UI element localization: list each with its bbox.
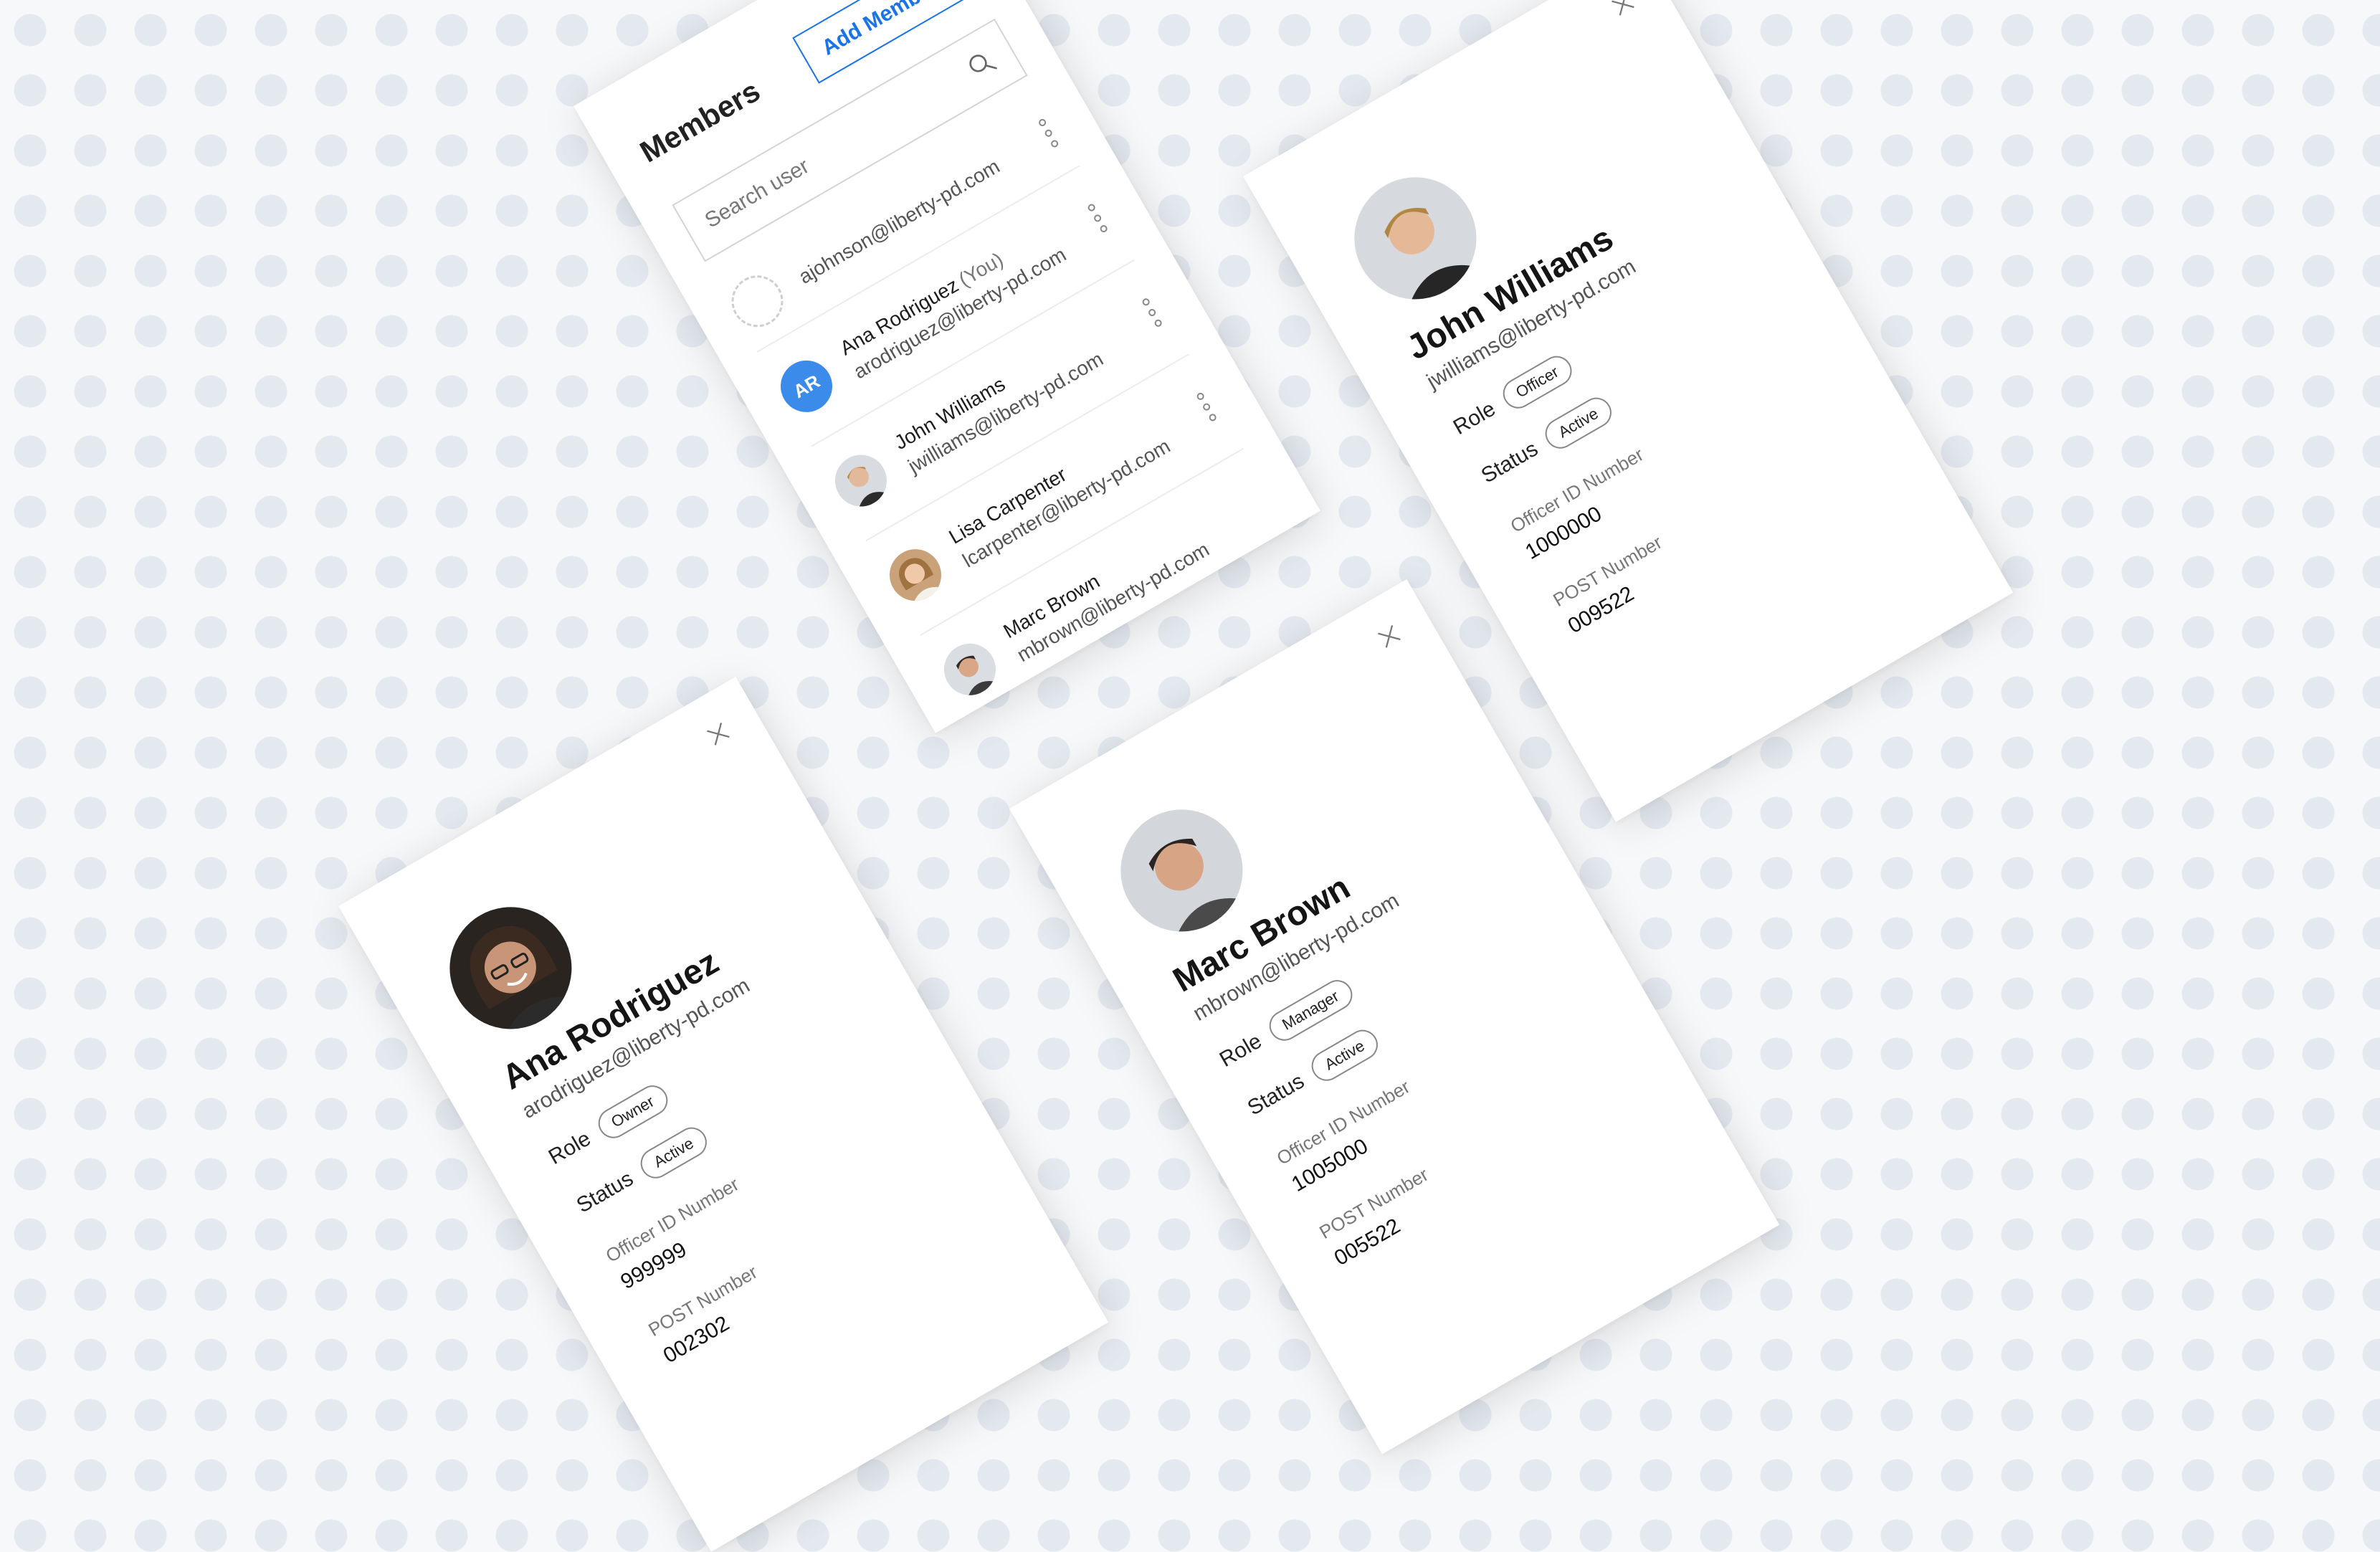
members-title: Members bbox=[634, 73, 766, 169]
avatar: AR bbox=[771, 351, 842, 422]
status-label: Status bbox=[1477, 437, 1542, 488]
avatar-placeholder bbox=[722, 266, 793, 337]
status-badge: Active bbox=[1540, 392, 1617, 454]
close-icon[interactable] bbox=[1606, 0, 1639, 21]
stage: Members Add Members ajohnson@liberty-pd.… bbox=[0, 0, 2380, 1552]
avatar bbox=[880, 539, 951, 611]
role-badge: Owner bbox=[592, 1080, 673, 1144]
avatar bbox=[934, 634, 1006, 705]
close-icon[interactable] bbox=[702, 718, 735, 751]
role-label: Role bbox=[544, 1126, 595, 1170]
role-label: Role bbox=[1449, 396, 1500, 440]
profile-card-ana: Ana Rodriguez arodriguez@liberty-pd.com … bbox=[338, 677, 1109, 1552]
role-badge: Officer bbox=[1497, 350, 1578, 414]
avatar bbox=[825, 445, 897, 516]
members-panel: Members Add Members ajohnson@liberty-pd.… bbox=[573, 0, 1320, 733]
status-badge: Active bbox=[635, 1122, 713, 1184]
role-badge: Manager bbox=[1263, 974, 1358, 1047]
status-label: Status bbox=[572, 1166, 637, 1218]
status-badge: Active bbox=[1306, 1024, 1384, 1087]
role-label: Role bbox=[1215, 1029, 1266, 1072]
close-icon[interactable] bbox=[1373, 620, 1406, 653]
status-label: Status bbox=[1243, 1069, 1308, 1120]
